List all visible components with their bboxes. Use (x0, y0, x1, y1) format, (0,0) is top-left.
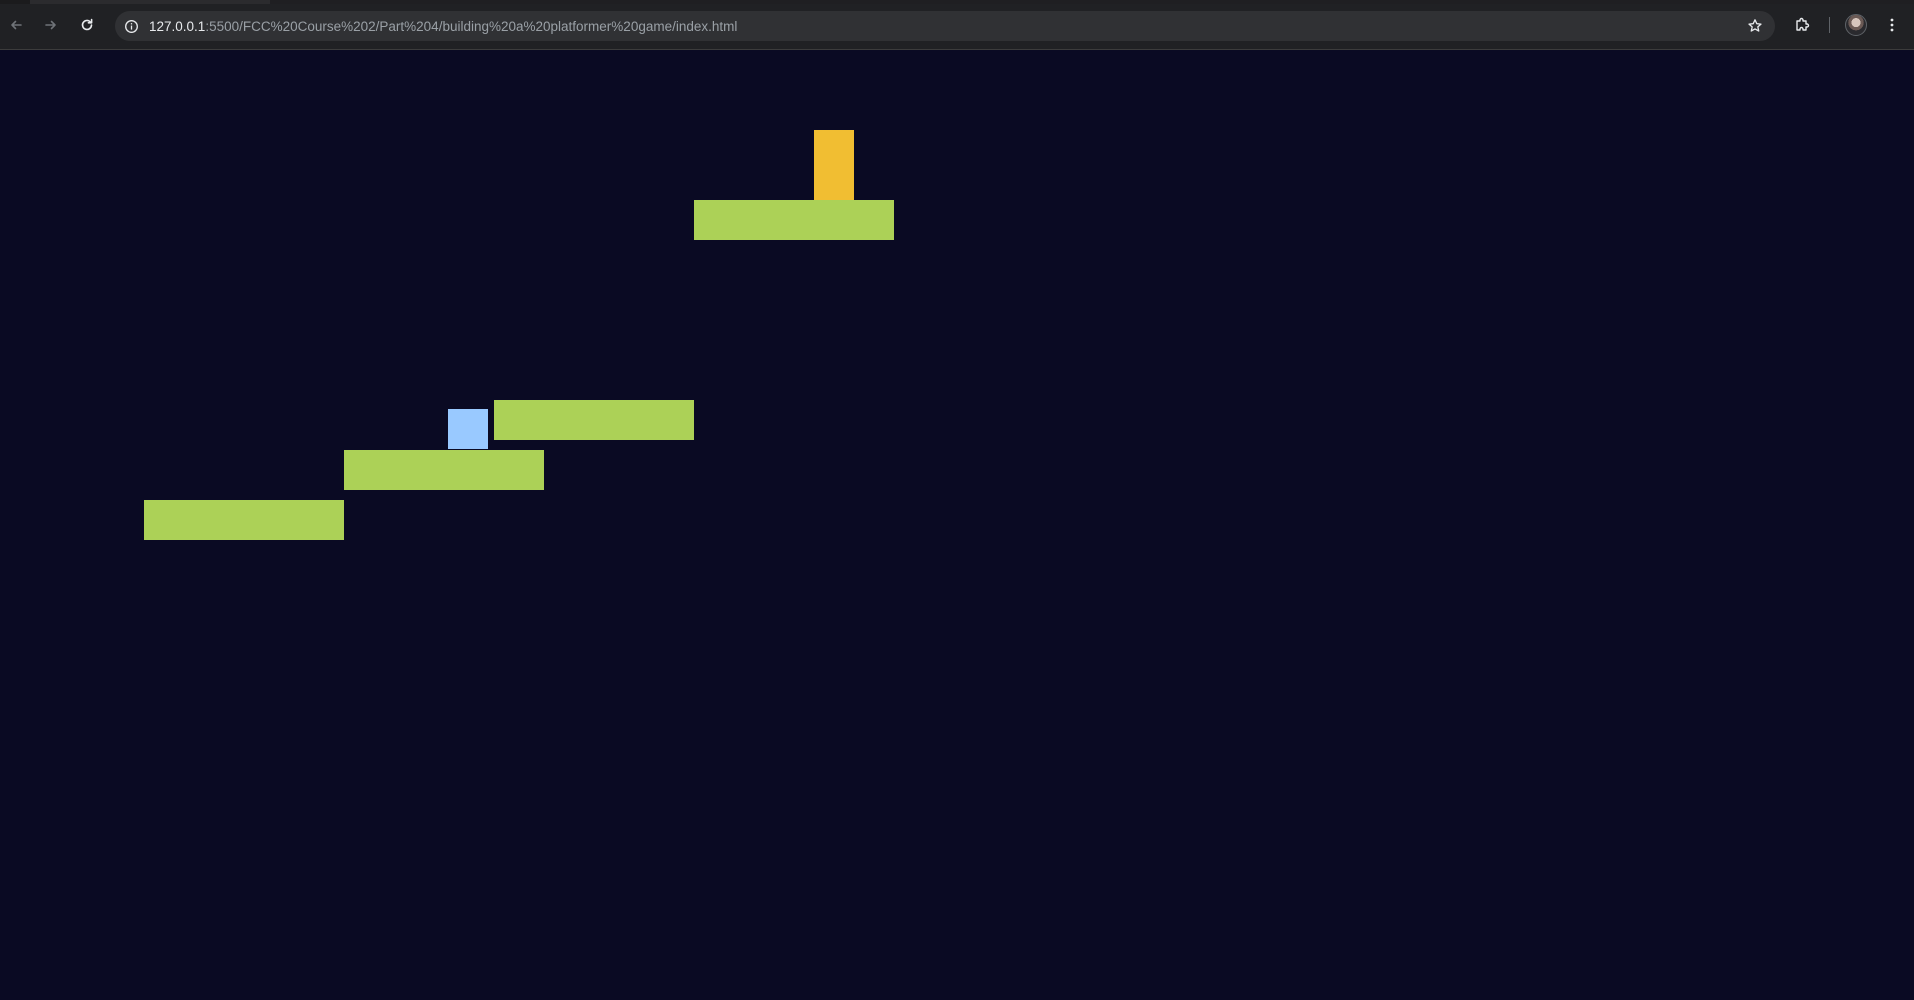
reload-icon (81, 18, 93, 31)
kebab-menu-icon (1890, 18, 1894, 32)
star-icon (1748, 19, 1762, 32)
checkpoint (814, 130, 854, 200)
platform (494, 400, 694, 440)
bookmark-button[interactable] (1747, 18, 1763, 34)
url-text[interactable]: 127.0.0.1:5500/FCC%20Course%202/Part%204… (149, 19, 737, 34)
browser-menu-button[interactable] (1882, 15, 1902, 35)
info-icon (124, 19, 138, 33)
tab-strip-segment (270, 0, 1914, 4)
puzzle-icon (1796, 17, 1810, 31)
profile-avatar[interactable] (1845, 14, 1867, 36)
platform (144, 500, 344, 540)
site-info-button[interactable] (123, 18, 139, 34)
toolbar-separator (1829, 17, 1830, 33)
browser-toolbar: 127.0.0.1:5500/FCC%20Course%202/Part%204… (0, 0, 1914, 50)
address-bar[interactable]: 127.0.0.1:5500/FCC%20Course%202/Part%204… (115, 11, 1775, 41)
extensions-button[interactable] (1792, 15, 1812, 35)
arrow-left-icon (11, 20, 22, 30)
arrow-right-icon (45, 20, 56, 30)
url-host: 127.0.0.1 (149, 18, 206, 34)
url-path: :5500/FCC%20Course%202/Part%204/building… (205, 18, 738, 34)
player (448, 409, 488, 449)
game-canvas[interactable] (0, 50, 1914, 1000)
back-button[interactable] (4, 13, 28, 37)
platform (694, 200, 894, 240)
reload-button[interactable] (75, 13, 99, 37)
forward-button[interactable] (39, 13, 63, 37)
tab-strip-segment (0, 0, 30, 4)
tab-strip (0, 0, 1914, 4)
platform (344, 450, 544, 490)
